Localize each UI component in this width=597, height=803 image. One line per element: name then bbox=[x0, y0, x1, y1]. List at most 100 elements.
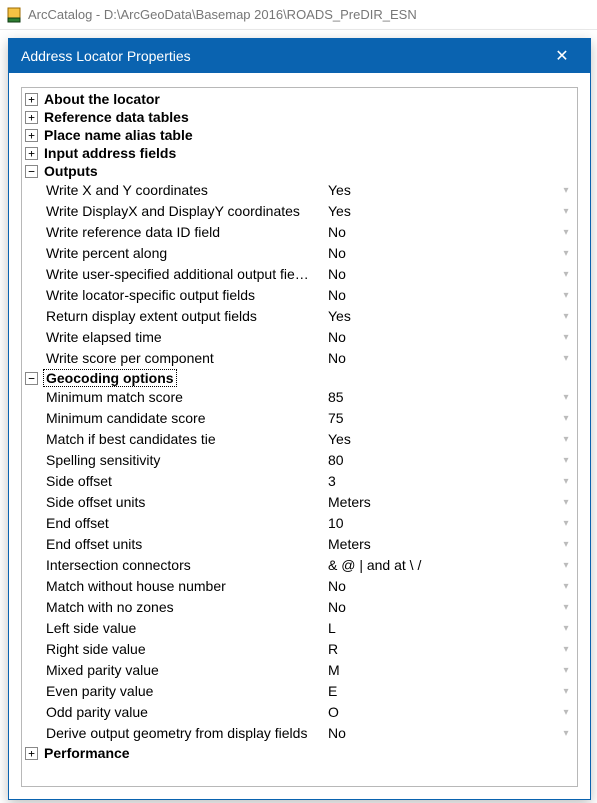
chevron-down-icon[interactable]: ▾ bbox=[557, 387, 575, 408]
chevron-down-icon[interactable]: ▾ bbox=[557, 348, 575, 369]
chevron-down-icon[interactable]: ▾ bbox=[557, 513, 575, 534]
property-value[interactable]: R bbox=[326, 639, 557, 660]
property-value[interactable]: Yes bbox=[326, 201, 557, 222]
property-grid[interactable]: + About the locator + Reference data tab… bbox=[21, 87, 578, 787]
expand-icon[interactable]: + bbox=[25, 747, 38, 760]
chevron-down-icon[interactable]: ▾ bbox=[557, 639, 575, 660]
property-value[interactable]: No bbox=[326, 327, 557, 348]
chevron-down-icon[interactable]: ▾ bbox=[557, 597, 575, 618]
chevron-down-icon[interactable]: ▾ bbox=[557, 264, 575, 285]
property-row[interactable]: Side offset unitsMeters▾ bbox=[22, 492, 577, 513]
chevron-down-icon[interactable]: ▾ bbox=[557, 660, 575, 681]
property-value[interactable]: No bbox=[326, 597, 557, 618]
property-value[interactable]: 75 bbox=[326, 408, 557, 429]
chevron-down-icon[interactable]: ▾ bbox=[557, 471, 575, 492]
chevron-down-icon[interactable]: ▾ bbox=[557, 618, 575, 639]
property-name: Write user-specified additional output f… bbox=[44, 264, 326, 285]
property-row[interactable]: End offset10▾ bbox=[22, 513, 577, 534]
property-value[interactable]: E bbox=[326, 681, 557, 702]
property-row[interactable]: Odd parity valueO▾ bbox=[22, 702, 577, 723]
property-value[interactable]: Yes bbox=[326, 306, 557, 327]
property-row[interactable]: End offset unitsMeters▾ bbox=[22, 534, 577, 555]
property-value[interactable]: & @ | and at \ / bbox=[326, 555, 557, 576]
property-row[interactable]: Write locator-specific output fieldsNo▾ bbox=[22, 285, 577, 306]
chevron-down-icon[interactable]: ▾ bbox=[557, 723, 575, 744]
chevron-down-icon[interactable]: ▾ bbox=[557, 327, 575, 348]
property-value[interactable]: 85 bbox=[326, 387, 557, 408]
chevron-down-icon[interactable]: ▾ bbox=[557, 408, 575, 429]
chevron-down-icon[interactable]: ▾ bbox=[557, 450, 575, 471]
chevron-down-icon[interactable]: ▾ bbox=[557, 555, 575, 576]
chevron-down-icon[interactable]: ▾ bbox=[557, 702, 575, 723]
property-value[interactable]: No bbox=[326, 285, 557, 306]
property-row[interactable]: Minimum match score85▾ bbox=[22, 387, 577, 408]
group-about[interactable]: + About the locator bbox=[22, 90, 577, 108]
property-value[interactable]: No bbox=[326, 576, 557, 597]
close-button[interactable]: ✕ bbox=[542, 42, 582, 70]
property-value[interactable]: No bbox=[326, 222, 557, 243]
property-row[interactable]: Write X and Y coordinatesYes▾ bbox=[22, 180, 577, 201]
property-row[interactable]: Write score per componentNo▾ bbox=[22, 348, 577, 369]
property-value[interactable]: O bbox=[326, 702, 557, 723]
collapse-icon[interactable]: − bbox=[25, 372, 38, 385]
property-value[interactable]: No bbox=[326, 264, 557, 285]
property-value[interactable]: No bbox=[326, 348, 557, 369]
property-value[interactable]: 80 bbox=[326, 450, 557, 471]
property-row[interactable]: Match if best candidates tieYes▾ bbox=[22, 429, 577, 450]
property-row[interactable]: Write percent alongNo▾ bbox=[22, 243, 577, 264]
property-row[interactable]: Match with no zonesNo▾ bbox=[22, 597, 577, 618]
expand-icon[interactable]: + bbox=[25, 93, 38, 106]
property-value[interactable]: L bbox=[326, 618, 557, 639]
property-name: Write reference data ID field bbox=[44, 222, 326, 243]
expand-icon[interactable]: + bbox=[25, 147, 38, 160]
property-row[interactable]: Side offset3▾ bbox=[22, 471, 577, 492]
expand-icon[interactable]: + bbox=[25, 129, 38, 142]
property-value[interactable]: Yes bbox=[326, 429, 557, 450]
property-row[interactable]: Write DisplayX and DisplayY coordinatesY… bbox=[22, 201, 577, 222]
chevron-down-icon[interactable]: ▾ bbox=[557, 285, 575, 306]
property-row[interactable]: Left side valueL▾ bbox=[22, 618, 577, 639]
property-value[interactable]: 3 bbox=[326, 471, 557, 492]
group-place-name[interactable]: + Place name alias table bbox=[22, 126, 577, 144]
property-row[interactable]: Spelling sensitivity80▾ bbox=[22, 450, 577, 471]
chevron-down-icon[interactable]: ▾ bbox=[557, 222, 575, 243]
chevron-down-icon[interactable]: ▾ bbox=[557, 201, 575, 222]
property-value[interactable]: No bbox=[326, 243, 557, 264]
chevron-down-icon[interactable]: ▾ bbox=[557, 306, 575, 327]
chevron-down-icon[interactable]: ▾ bbox=[557, 429, 575, 450]
property-row[interactable]: Write user-specified additional output f… bbox=[22, 264, 577, 285]
group-geocoding-options[interactable]: − Geocoding options bbox=[22, 369, 577, 387]
group-outputs[interactable]: − Outputs bbox=[22, 162, 577, 180]
property-row[interactable]: Return display extent output fieldsYes▾ bbox=[22, 306, 577, 327]
property-row[interactable]: Mixed parity valueM▾ bbox=[22, 660, 577, 681]
property-row[interactable]: Write elapsed timeNo▾ bbox=[22, 327, 577, 348]
collapse-icon[interactable]: − bbox=[25, 165, 38, 178]
group-performance[interactable]: + Performance bbox=[22, 744, 577, 762]
property-value[interactable]: 10 bbox=[326, 513, 557, 534]
property-row[interactable]: Minimum candidate score75▾ bbox=[22, 408, 577, 429]
property-row[interactable]: Write reference data ID fieldNo▾ bbox=[22, 222, 577, 243]
chevron-down-icon[interactable]: ▾ bbox=[557, 681, 575, 702]
property-value[interactable]: Meters bbox=[326, 492, 557, 513]
chevron-down-icon[interactable]: ▾ bbox=[557, 180, 575, 201]
property-row[interactable]: Right side valueR▾ bbox=[22, 639, 577, 660]
property-value[interactable]: Meters bbox=[326, 534, 557, 555]
property-row[interactable]: Derive output geometry from display fiel… bbox=[22, 723, 577, 744]
chevron-down-icon[interactable]: ▾ bbox=[557, 576, 575, 597]
property-value[interactable]: No bbox=[326, 723, 557, 744]
chevron-down-icon[interactable]: ▾ bbox=[557, 534, 575, 555]
group-label: Outputs bbox=[44, 163, 98, 179]
dialog-titlebar[interactable]: Address Locator Properties ✕ bbox=[9, 39, 590, 73]
property-row[interactable]: Even parity valueE▾ bbox=[22, 681, 577, 702]
property-value[interactable]: Yes bbox=[326, 180, 557, 201]
property-name: Write X and Y coordinates bbox=[44, 180, 326, 201]
group-label: Geocoding options bbox=[46, 370, 174, 386]
group-reference-data[interactable]: + Reference data tables bbox=[22, 108, 577, 126]
chevron-down-icon[interactable]: ▾ bbox=[557, 243, 575, 264]
group-input-address[interactable]: + Input address fields bbox=[22, 144, 577, 162]
chevron-down-icon[interactable]: ▾ bbox=[557, 492, 575, 513]
expand-icon[interactable]: + bbox=[25, 111, 38, 124]
property-row[interactable]: Match without house numberNo▾ bbox=[22, 576, 577, 597]
property-value[interactable]: M bbox=[326, 660, 557, 681]
property-row[interactable]: Intersection connectors& @ | and at \ /▾ bbox=[22, 555, 577, 576]
